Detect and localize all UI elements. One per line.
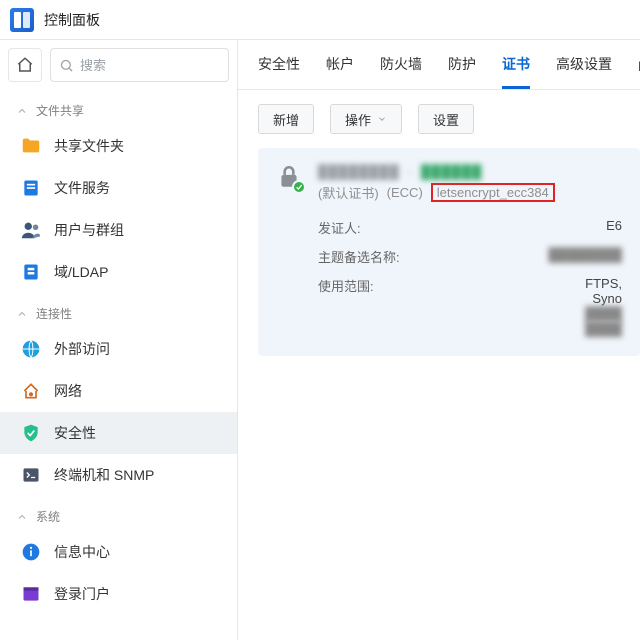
tab-protection[interactable]: 防护 [448,54,476,89]
group-label: 连接性 [36,305,72,322]
button-label: 设置 [433,110,459,129]
label-san: 主题备选名称: [318,247,458,266]
button-label: 新增 [273,110,299,129]
cert-details: 发证人: E6 主题备选名称: ████████ 使用范围: FTPS, Syn… [318,218,622,336]
tab-account[interactable]: 帐户 [326,54,354,89]
sidebar: 文件共享 共享文件夹 文件服务 [0,40,238,640]
check-badge-icon [292,180,306,194]
sidebar-item-label: 域/LDAP [54,262,108,282]
globe-icon [20,338,42,360]
value-usage: FTPS, Syno ████ ████ [458,276,622,336]
app-root: 控制面板 文件共享 [0,0,640,640]
sidebar-item-security[interactable]: 安全性 [0,412,237,454]
cert-ecc-tag: (ECC) [387,185,423,200]
search-input[interactable] [80,58,220,73]
button-label: 操作 [345,110,371,129]
group-label: 系统 [36,508,60,525]
toolbar: 新增 操作 设置 [238,90,640,148]
sidebar-item-label: 用户与群组 [54,220,124,240]
sidebar-nav: 文件共享 共享文件夹 文件服务 [0,90,237,640]
tab-firewall[interactable]: 防火墙 [380,54,422,89]
action-button[interactable]: 操作 [330,104,402,134]
search-icon [59,58,74,73]
tab-bar: 安全性 帐户 防火墙 防护 证书 高级设置 KMIP [238,40,640,90]
body: 文件共享 共享文件夹 文件服务 [0,40,640,640]
sidebar-item-label: 登录门户 [54,584,110,604]
sidebar-item-user-group[interactable]: 用户与群组 [0,209,237,251]
sidebar-item-login-portal[interactable]: 登录门户 [0,573,237,615]
value-san-redacted: ████████ [458,247,622,266]
label-issuer: 发证人: [318,218,458,237]
sidebar-item-network[interactable]: 网络 [0,370,237,412]
sidebar-item-label: 终端机和 SNMP [54,465,154,485]
label-usage: 使用范围: [318,276,458,336]
users-icon [20,219,42,241]
sidebar-item-info-center[interactable]: 信息中心 [0,531,237,573]
sidebar-item-label: 信息中心 [54,542,110,562]
cert-separator: - [408,164,413,179]
chevron-up-icon [16,105,28,117]
sidebar-item-file-service[interactable]: 文件服务 [0,167,237,209]
sidebar-item-label: 文件服务 [54,178,110,198]
info-icon [20,541,42,563]
sidebar-item-label: 网络 [54,381,82,401]
shield-icon [20,422,42,444]
cert-header: ████████ - ██████ (默认证书) (ECC) letsencry… [276,164,622,202]
portal-icon [20,583,42,605]
sidebar-item-label: 共享文件夹 [54,136,124,156]
sidebar-topline [0,40,237,90]
file-service-icon [20,177,42,199]
usage-line: Syno [458,291,622,306]
folder-icon [20,135,42,157]
search-field[interactable] [50,48,229,82]
usage-line: FTPS, [458,276,622,291]
home-button[interactable] [8,48,42,82]
tab-certificate[interactable]: 证书 [502,54,530,89]
sidebar-item-domain-ldap[interactable]: 域/LDAP [0,251,237,293]
group-file-share[interactable]: 文件共享 [0,90,237,125]
chevron-up-icon [16,511,28,523]
cert-default-tag: (默认证书) [318,183,379,202]
cert-sub-redacted: ██████ [421,164,482,179]
chevron-down-icon [377,114,387,124]
group-connectivity[interactable]: 连接性 [0,293,237,328]
add-button[interactable]: 新增 [258,104,314,134]
tab-security[interactable]: 安全性 [258,54,300,89]
sidebar-item-terminal-snmp[interactable]: 终端机和 SNMP [0,454,237,496]
home-icon [16,56,34,74]
titlebar: 控制面板 [0,0,640,40]
chevron-up-icon [16,308,28,320]
app-logo-icon [10,8,34,32]
window-title: 控制面板 [44,10,100,30]
main-panel: 安全性 帐户 防火墙 防护 证书 高级设置 KMIP 新增 操作 设置 [238,40,640,640]
group-system[interactable]: 系统 [0,496,237,531]
usage-redacted: ████ [458,306,622,321]
lock-icon [276,164,304,192]
terminal-icon [20,464,42,486]
cert-title-block: ████████ - ██████ (默认证书) (ECC) letsencry… [318,164,555,202]
network-icon [20,380,42,402]
sidebar-item-external-access[interactable]: 外部访问 [0,328,237,370]
group-label: 文件共享 [36,102,84,119]
cert-name-highlight: letsencrypt_ecc384 [431,183,555,202]
usage-redacted: ████ [458,321,622,336]
ldap-icon [20,261,42,283]
sidebar-item-label: 安全性 [54,423,96,443]
value-issuer: E6 [458,218,622,237]
cert-domain-redacted: ████████ [318,164,400,179]
sidebar-item-label: 外部访问 [54,339,110,359]
sidebar-item-shared-folder[interactable]: 共享文件夹 [0,125,237,167]
tab-advanced[interactable]: 高级设置 [556,54,612,89]
certificate-card[interactable]: ████████ - ██████ (默认证书) (ECC) letsencry… [258,148,640,356]
settings-button[interactable]: 设置 [418,104,474,134]
